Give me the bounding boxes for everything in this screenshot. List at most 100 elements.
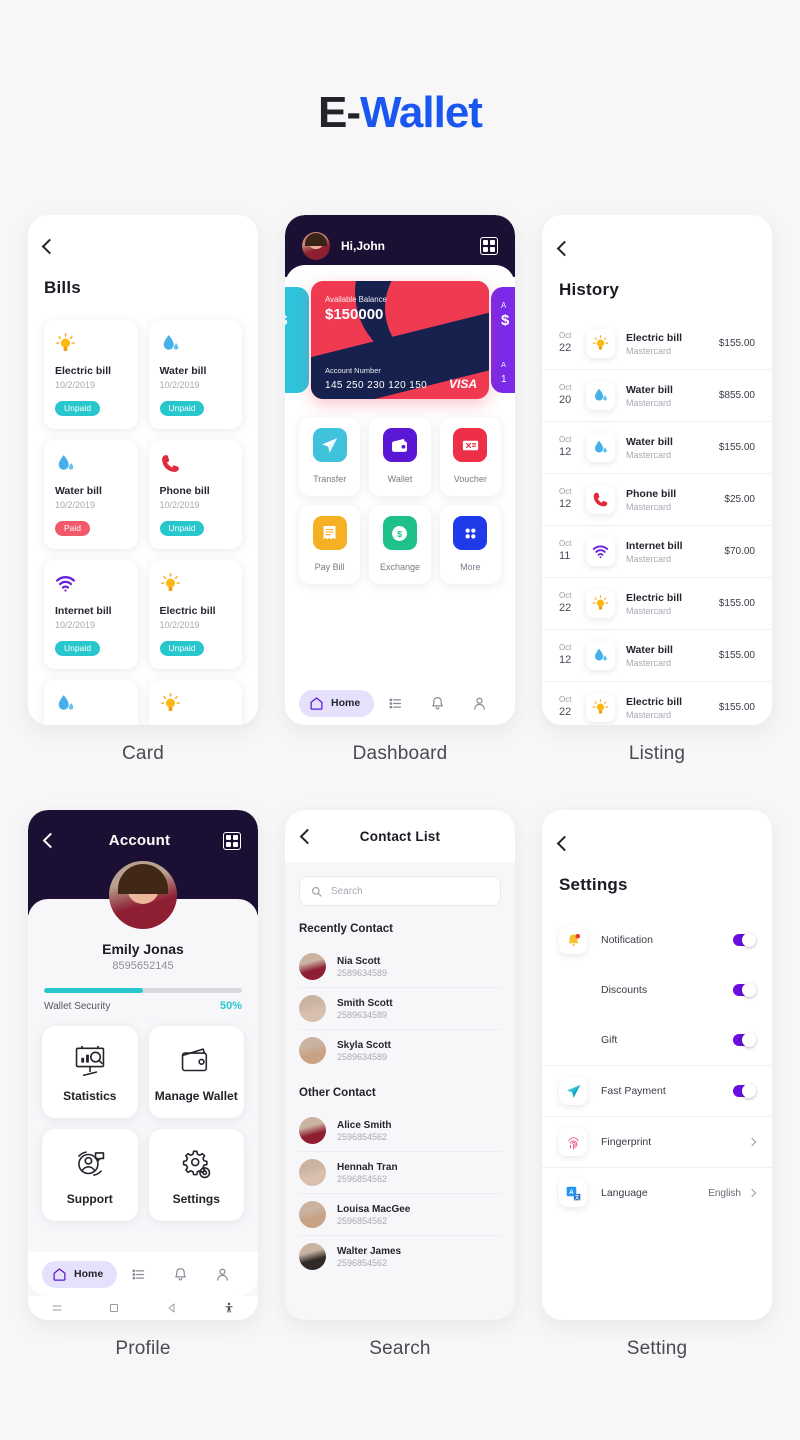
status-badge: Unpaid xyxy=(55,401,100,416)
bill-date: 10/2/2019 xyxy=(55,500,96,510)
bill-card[interactable]: Water bill 10/2/2019 Paid xyxy=(44,680,138,725)
contact-row[interactable]: Nia Scott 2589634589 xyxy=(299,946,501,988)
setting-row[interactable]: Gift xyxy=(542,1015,772,1065)
nav-item-bell[interactable] xyxy=(159,1267,201,1282)
history-row[interactable]: Oct 22 Electric bill Mastercard $155.00 xyxy=(542,682,772,725)
action-more[interactable]: More xyxy=(439,505,501,584)
setting-row[interactable]: Fast Payment xyxy=(542,1065,772,1116)
credit-card-previous[interactable]: A $ A 1 xyxy=(285,287,309,393)
history-row[interactable]: Oct 22 Electric bill Mastercard $155.00 xyxy=(542,318,772,370)
bulb-icon xyxy=(592,699,609,714)
nav-item-home[interactable]: Home xyxy=(299,689,375,717)
contact-row[interactable]: Walter James 2596854562 xyxy=(299,1236,501,1277)
nav-item-home[interactable]: Home xyxy=(42,1260,118,1288)
bottom-nav: Home xyxy=(285,681,515,725)
nav-item-list[interactable] xyxy=(117,1267,159,1282)
toggle-gift[interactable] xyxy=(733,1033,756,1047)
bill-card[interactable]: Water bill 10/2/2019 Paid xyxy=(44,440,138,549)
credit-card-active[interactable]: Available Balance $150000 Account Number… xyxy=(311,281,489,399)
action-pay-bill[interactable]: Pay Bill xyxy=(299,505,361,584)
toggle-fast-payment[interactable] xyxy=(733,1084,756,1098)
toggle-notification[interactable] xyxy=(733,933,756,947)
action-exchange[interactable]: $ Exchange xyxy=(369,505,431,584)
history-date: Oct 12 xyxy=(559,486,572,511)
history-amount: $25.00 xyxy=(724,494,755,505)
action-voucher[interactable]: Voucher xyxy=(439,417,501,496)
voucher-icon xyxy=(453,428,488,462)
history-row[interactable]: Oct 12 Water bill Mastercard $155.00 xyxy=(542,422,772,474)
accessibility-icon[interactable] xyxy=(223,1302,235,1314)
translate-icon: A文 xyxy=(566,1186,580,1201)
history-row[interactable]: Oct 22 Electric bill Mastercard $155.00 xyxy=(542,578,772,630)
bill-card[interactable]: Internet bill 10/2/2019 Unpaid xyxy=(44,560,138,669)
avatar xyxy=(299,1117,326,1144)
setting-row[interactable]: Discounts xyxy=(542,965,772,1015)
credit-card-next[interactable]: A $ A 1 xyxy=(491,287,515,393)
contacts-heading: Contact List xyxy=(359,828,441,844)
contact-row[interactable]: Hennah Tran 2596854562 xyxy=(299,1152,501,1194)
history-amount: $155.00 xyxy=(718,702,755,713)
contact-number: 2596854562 xyxy=(337,1215,388,1226)
nav-item-list[interactable] xyxy=(374,696,416,711)
bill-card[interactable]: Electric bill 10/2/2019 Unpaid xyxy=(148,560,242,669)
action-transfer[interactable]: Transfer xyxy=(299,417,361,496)
bill-date: 10/2/2019 xyxy=(159,380,200,390)
back-button[interactable] xyxy=(542,240,772,257)
contact-row[interactable]: Alice Smith 2596854562 xyxy=(299,1110,501,1152)
setting-row[interactable]: Notification xyxy=(542,915,772,965)
back-button[interactable] xyxy=(42,832,59,849)
back-button[interactable] xyxy=(299,828,316,844)
toggle-discounts[interactable] xyxy=(733,983,756,997)
send-plane-icon xyxy=(322,437,338,453)
profile-tile-statistics[interactable]: Statistics xyxy=(42,1026,138,1118)
send-plane-icon xyxy=(566,1084,580,1098)
qr-scan-icon[interactable] xyxy=(223,832,241,850)
history-sub: Mastercard xyxy=(626,397,672,408)
card-balance: $ xyxy=(501,312,510,329)
back-button[interactable] xyxy=(41,238,242,255)
square-icon[interactable] xyxy=(108,1302,120,1314)
history-row[interactable]: Oct 11 Internet bill Mastercard $70.00 xyxy=(542,526,772,578)
profile-tile-settings[interactable]: Settings xyxy=(148,1129,244,1221)
action-label: Wallet xyxy=(387,474,413,484)
tile-label: Support xyxy=(66,1191,113,1206)
contact-row[interactable]: Louisa MacGee 2596854562 xyxy=(299,1194,501,1236)
card-carousel[interactable]: A $ A 1 A $ A 1 Available Balance $ xyxy=(285,281,515,401)
avatar[interactable] xyxy=(109,861,177,929)
setting-row[interactable]: Fingerprint xyxy=(542,1116,772,1167)
history-row[interactable]: Oct 20 Water bill Mastercard $855.00 xyxy=(542,370,772,422)
back-button[interactable] xyxy=(542,835,772,852)
nav-item-bell[interactable] xyxy=(416,696,458,711)
bulb-icon xyxy=(586,693,615,722)
card-balance: $ xyxy=(285,312,287,329)
action-wallet[interactable]: Wallet xyxy=(369,417,431,496)
bill-card[interactable]: Phone bill 10/2/2019 Unpaid xyxy=(148,440,242,549)
avatar[interactable] xyxy=(302,232,330,260)
android-system-bar xyxy=(28,1296,258,1320)
contact-row[interactable]: Skyla Scott 2589634589 xyxy=(299,1030,501,1071)
back-triangle-icon[interactable] xyxy=(166,1302,178,1314)
card-balance-label: A xyxy=(501,301,507,310)
history-name: Electric bill xyxy=(626,695,683,708)
history-amount: $155.00 xyxy=(718,442,755,453)
search-input[interactable]: Search xyxy=(299,876,501,906)
profile-tile-manage-wallet[interactable]: Manage Wallet xyxy=(148,1026,244,1118)
avatar xyxy=(299,1201,326,1228)
menu-icon[interactable] xyxy=(51,1302,63,1314)
history-row[interactable]: Oct 12 Water bill Mastercard $155.00 xyxy=(542,630,772,682)
nav-item-person[interactable] xyxy=(459,696,501,711)
bill-card[interactable]: Electric bill 10/2/2019 Unpaid xyxy=(44,320,138,429)
contacts-body: Search Recently Contact Nia Scott 258963… xyxy=(285,862,515,1277)
contact-row[interactable]: Smith Scott 2589634589 xyxy=(299,988,501,1030)
profile-tile-support[interactable]: Support xyxy=(42,1129,138,1221)
bill-card[interactable]: Electric bill 10/2/2019 Unpaid xyxy=(148,680,242,725)
history-row[interactable]: Oct 12 Phone bill Mastercard $25.00 xyxy=(542,474,772,526)
bill-name: Internet bill xyxy=(55,605,112,617)
nav-item-person[interactable] xyxy=(202,1267,244,1282)
contact-name: Alice Smith xyxy=(337,1119,392,1131)
qr-scan-icon[interactable] xyxy=(480,237,498,255)
setting-row[interactable]: A文 Language English xyxy=(542,1167,772,1218)
avatar xyxy=(299,953,326,980)
action-label: Exchange xyxy=(379,562,420,572)
bill-card[interactable]: Water bill 10/2/2019 Unpaid xyxy=(148,320,242,429)
